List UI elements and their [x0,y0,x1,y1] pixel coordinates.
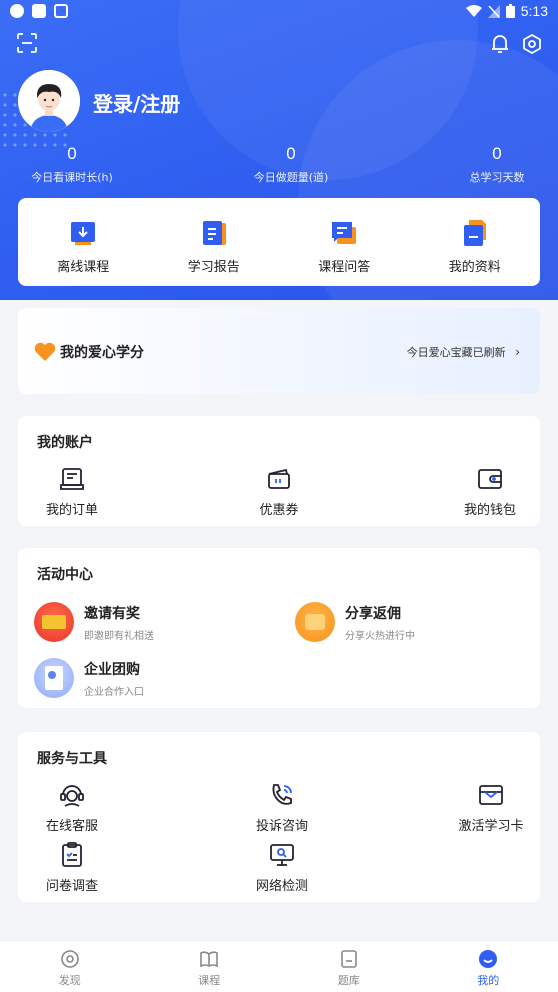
service-label: 网络检测 [255,879,308,894]
offline-course-icon [71,222,96,245]
app-notification-icon [32,4,46,18]
survey-icon [62,842,82,867]
wallet-icon [478,469,502,489]
quick-action-course-qa[interactable]: 课程问答 [279,198,410,286]
stat-label: 今日看课时长(h) [31,171,113,184]
study-report-icon [202,221,226,245]
account-section: 我的账户 我的订单 优惠券 我的钱包 [18,416,540,526]
settings-icon[interactable] [520,32,544,56]
tab-label: 发现 [58,974,81,987]
notification-icon [10,4,24,18]
question-bank-icon [340,950,357,968]
complaint-phone-icon [272,784,292,805]
account-item-coupons[interactable]: 优惠券 [239,466,319,518]
quick-actions-card: 离线课程 学习报告 课程问答 我的资料 [18,198,540,286]
chevron-right-icon: › [515,345,520,359]
coupon-icon [268,468,290,489]
activity-corporate-purchase[interactable]: 企业团购 企业合作入口 [34,658,144,698]
quick-action-study-report[interactable]: 学习报告 [149,198,280,286]
activity-invite-reward[interactable]: 邀请有奖 即邀即有礼相送 [34,602,154,642]
tab-mine[interactable]: 我的 [419,941,558,992]
services-section: 服务与工具 在线客服 投诉咨询 激活学习卡 问卷调查 网络检测 [18,732,540,902]
customer-service-icon [60,785,84,807]
love-credits-refresh-text: 今日爱心宝藏已刷新 [406,346,506,359]
app-notification-icon [54,4,68,18]
stat-study-days: 0 总学习天数 [427,144,558,185]
love-credits-title: 我的爱心学分 [60,345,144,361]
login-register-link[interactable]: 登录/注册 [93,88,180,117]
tab-question-bank[interactable]: 题库 [279,941,419,992]
service-activate-card[interactable]: 激活学习卡 [451,782,531,834]
section-title: 活动中心 [37,567,93,583]
stat-value: 0 [67,144,77,163]
quick-action-label: 我的资料 [448,260,501,275]
study-card-icon [479,785,503,805]
service-network-check[interactable]: 网络检测 [242,842,322,894]
account-item-orders[interactable]: 我的订单 [32,466,112,518]
gift-box-icon [295,602,335,642]
profile-smile-icon [479,950,498,968]
service-label: 在线客服 [45,819,98,834]
quick-action-my-materials[interactable]: 我的资料 [410,198,541,286]
tab-label: 我的 [477,974,500,987]
wifi-icon [465,4,482,17]
battery-icon [505,4,515,18]
love-credits-banner[interactable]: 我的爱心学分 今日爱心宝藏已刷新 › [18,308,540,394]
service-label: 投诉咨询 [255,819,308,834]
tab-label: 题库 [337,974,360,987]
activity-section: 活动中心 邀请有奖 即邀即有礼相送 分享返佣 分享火热进行中 企业团购 企业合作… [18,548,540,708]
red-envelope-icon [34,602,74,642]
bell-icon[interactable] [488,32,512,56]
activity-title: 企业团购 [84,661,140,678]
stat-label: 今日做题量(道) [253,171,329,184]
bottom-tab-bar: 发现 课程 题库 我的 [0,940,558,992]
stat-value: 0 [492,144,502,163]
status-bar: 5:13 [0,0,558,24]
my-materials-icon [463,220,486,246]
activity-subtitle: 分享火热进行中 [345,630,415,642]
service-label: 问卷调查 [45,879,98,894]
book-icon [200,951,219,968]
quick-action-label: 课程问答 [318,260,371,275]
service-label: 激活学习卡 [458,819,524,834]
activity-title: 邀请有奖 [84,605,140,622]
course-qa-icon [332,222,357,244]
stat-value: 0 [286,144,296,163]
service-complaint-consult[interactable]: 投诉咨询 [242,782,322,834]
stat-watch-time: 0 今日看课时长(h) [2,144,142,185]
heart-icon [34,342,56,361]
account-item-label: 我的钱包 [463,503,516,518]
scan-icon[interactable] [15,31,39,55]
signal-icon [487,4,500,18]
account-item-label: 我的订单 [45,503,98,518]
avatar[interactable] [18,70,80,132]
account-item-label: 优惠券 [259,503,299,518]
section-title: 我的账户 [37,435,93,451]
tab-label: 课程 [198,974,221,987]
account-item-wallet[interactable]: 我的钱包 [450,466,530,518]
service-online-support[interactable]: 在线客服 [32,782,112,834]
quick-action-offline-course[interactable]: 离线课程 [18,198,149,286]
status-time: 5:13 [520,3,548,19]
stat-label: 总学习天数 [469,171,525,184]
love-credits-refresh[interactable]: 今日爱心宝藏已刷新 › [407,344,520,360]
network-check-icon [270,844,294,866]
compass-icon [60,950,79,968]
activity-title: 分享返佣 [345,605,401,622]
activity-share-commission[interactable]: 分享返佣 分享火热进行中 [295,602,415,642]
stat-question-count: 0 今日做题量(道) [221,144,361,185]
tab-discover[interactable]: 发现 [0,941,140,992]
activity-subtitle: 企业合作入口 [84,686,144,698]
corporate-document-icon [34,658,74,698]
section-title: 服务与工具 [37,751,107,767]
service-survey[interactable]: 问卷调查 [32,842,112,894]
tab-courses[interactable]: 课程 [140,941,280,992]
activity-subtitle: 即邀即有礼相送 [84,630,154,642]
order-icon [60,468,84,490]
quick-action-label: 学习报告 [187,260,240,275]
quick-action-label: 离线课程 [57,260,110,275]
